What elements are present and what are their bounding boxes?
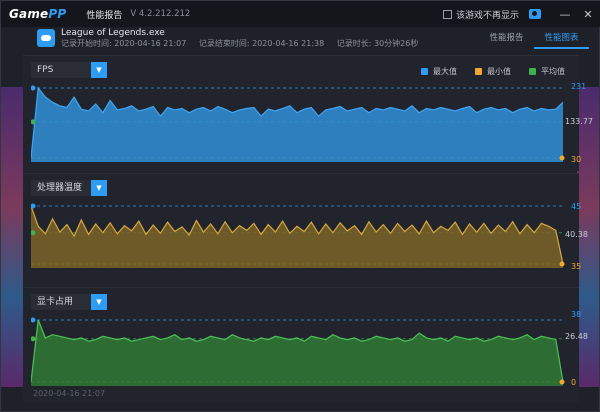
avg-value-label: 26.48 bbox=[565, 332, 588, 341]
min-marker bbox=[559, 261, 565, 267]
chart-legend: 最大值 最小值 平均值 bbox=[403, 66, 565, 77]
dropdown-value[interactable]: 显卡占用 bbox=[31, 294, 91, 310]
camera-icon[interactable] bbox=[529, 9, 541, 19]
title-bar: GamePP 性能报告 V 4.2.212.212 该游戏不再显示 — ✕ bbox=[1, 1, 600, 27]
minimize-button[interactable]: — bbox=[555, 8, 575, 21]
gpu-usage-panel: 显卡占用 ▼ 38 26.48 0 bbox=[23, 287, 588, 403]
record-start: 记录开始时间: 2020-04-16 21:07 bbox=[61, 39, 187, 48]
legend-min: 最小值 bbox=[475, 66, 511, 77]
fps-chart bbox=[31, 85, 565, 162]
max-value-label: 38 bbox=[571, 310, 582, 319]
version-label: V 4.2.212.212 bbox=[130, 9, 191, 19]
titlebar-controls: 该游戏不再显示 — ✕ bbox=[442, 1, 600, 27]
app-name: League of Legends.exe bbox=[61, 28, 165, 38]
chevron-down-icon[interactable]: ▼ bbox=[91, 180, 107, 196]
gamepp-window: GamePP 性能报告 V 4.2.212.212 该游戏不再显示 — ✕ Le… bbox=[0, 0, 600, 412]
max-value-label: 231 bbox=[571, 82, 587, 91]
avg-value-label: 133.77 bbox=[565, 117, 593, 126]
series-area bbox=[31, 88, 563, 162]
min-marker bbox=[559, 379, 565, 385]
legend-swatch-min bbox=[475, 68, 482, 75]
min-value-label: 35 bbox=[571, 262, 582, 271]
record-end: 记录结束时间: 2020-04-16 21:38 bbox=[198, 39, 325, 48]
metric-dropdown[interactable]: 处理器温度 ▼ bbox=[31, 180, 107, 196]
series-area bbox=[31, 320, 563, 386]
window-title: 性能报告 bbox=[86, 10, 123, 21]
legend-max: 最大值 bbox=[421, 66, 457, 77]
gamepp-logo: GamePP bbox=[9, 7, 67, 21]
gpu-usage-chart bbox=[31, 317, 565, 386]
chevron-down-icon[interactable]: ▼ bbox=[91, 294, 107, 310]
dropdown-value[interactable]: FPS bbox=[31, 62, 91, 78]
avg-value-label: 40.38 bbox=[565, 230, 588, 239]
max-marker bbox=[31, 317, 36, 323]
min-marker bbox=[559, 155, 565, 161]
record-meta: 记录开始时间: 2020-04-16 21:07 记录结束时间: 2020-04… bbox=[61, 38, 428, 49]
avg-marker bbox=[31, 336, 36, 342]
dropdown-value[interactable]: 处理器温度 bbox=[31, 180, 91, 196]
tab-bar: 性能报告 性能图表 bbox=[479, 31, 589, 49]
cpu-temp-panel: 处理器温度 ▼ 45 40.38 35 bbox=[23, 173, 588, 289]
chevron-down-icon[interactable]: ▼ bbox=[91, 62, 107, 78]
timeline-start-label: 2020-04-16 21:07 bbox=[33, 389, 106, 398]
game-controller-icon bbox=[37, 29, 55, 47]
max-marker bbox=[31, 85, 36, 91]
legend-swatch-avg bbox=[529, 68, 536, 75]
max-marker bbox=[31, 203, 36, 209]
min-value-label: 30 bbox=[571, 155, 582, 164]
fps-panel: FPS ▼ 最大值 最小值 平均值 231 133.77 30 bbox=[23, 55, 593, 171]
min-value-label: 0 bbox=[571, 378, 577, 387]
record-duration: 记录时长: 30分钟26秒 bbox=[336, 39, 419, 48]
left-background-strip bbox=[1, 87, 23, 387]
metric-dropdown[interactable]: FPS ▼ bbox=[31, 62, 107, 78]
legend-swatch-max bbox=[421, 68, 428, 75]
cpu-temp-chart bbox=[31, 203, 565, 268]
max-value-label: 45 bbox=[571, 202, 582, 211]
series-area bbox=[31, 206, 563, 268]
metric-dropdown[interactable]: 显卡占用 ▼ bbox=[31, 294, 107, 310]
legend-avg: 平均值 bbox=[529, 66, 565, 77]
no-show-label[interactable]: 该游戏不再显示 bbox=[456, 8, 519, 21]
no-show-checkbox[interactable] bbox=[442, 9, 452, 19]
close-button[interactable]: ✕ bbox=[578, 8, 598, 21]
tab-performance-report[interactable]: 性能报告 bbox=[479, 31, 534, 49]
tab-performance-chart[interactable]: 性能图表 bbox=[534, 31, 589, 49]
